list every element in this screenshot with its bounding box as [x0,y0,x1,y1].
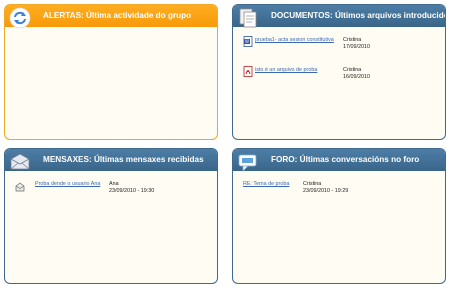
refresh-icon [9,7,31,29]
documentos-header: DOCUMENTOS: Últimos arquivos introducido… [233,5,446,28]
forum-thread-meta: Cristina 23/09/2010 - 19:29 [303,181,348,195]
forum-thread-date: 23/09/2010 - 19:29 [303,188,349,194]
document-meta: Cristina 16/09/2010 [343,67,370,81]
document-author: Cristina [343,37,362,43]
alertas-title: ALERTAS: Última actividade do grupo [43,11,192,20]
envelope-icon [10,153,30,170]
message-author: Ana [109,181,119,187]
pdf-icon [243,66,253,77]
foro-title: FORO: Últimas conversacións no foro [271,155,420,164]
documentos-panel: DOCUMENTOS: Últimos arquivos introducido… [232,4,446,140]
documentos-title: DOCUMENTOS: Últimos arquivos introducido… [271,11,446,20]
document-date: 16/09/2010 [343,74,370,80]
svg-text:W: W [245,39,249,44]
list-item: isto é un arquivo de proba Cristina 16/0… [233,65,445,95]
document-link[interactable]: prueba1- acta sesion constitutiva [255,37,334,44]
forum-thread-link[interactable]: RE: Tema de proba [243,181,289,188]
foro-panel: FORO: Últimas conversacións no foro RE: … [232,148,446,284]
document-date: 17/09/2010 [343,44,370,50]
mensaxes-panel: MENSAXES: Últimas mensaxes recibidas Pro… [4,148,218,284]
mensaxes-header: MENSAXES: Últimas mensaxes recibidas [5,149,217,171]
word-doc-icon: W [243,36,253,47]
alertas-panel: ALERTAS: Última actividade do grupo [4,4,218,140]
speech-bubble-icon [238,154,257,172]
documents-icon [239,8,257,28]
mensaxes-title: MENSAXES: Últimas mensaxes recibidas [43,155,204,164]
message-link[interactable]: Proba dende o usuario Ana [35,181,100,188]
alertas-header: ALERTAS: Última actividade do grupo [5,5,217,29]
document-link[interactable]: isto é un arquivo de proba [255,67,317,74]
foro-header: FORO: Últimas conversacións no foro [233,149,445,172]
list-item: Proba dende o usuario Ana Ana 23/09/2010… [5,179,217,209]
document-author: Cristina [343,67,362,73]
document-meta: Cristina 17/09/2010 [343,37,370,51]
list-item: RE: Tema de proba Cristina 23/09/2010 - … [233,179,445,209]
message-meta: Ana 23/09/2010 - 19:30 [109,181,154,195]
list-item: W prueba1- acta sesion constitutiva Cris… [233,35,445,65]
message-icon [15,182,25,192]
forum-thread-author: Cristina [303,181,322,187]
message-date: 23/09/2010 - 19:30 [109,188,155,194]
